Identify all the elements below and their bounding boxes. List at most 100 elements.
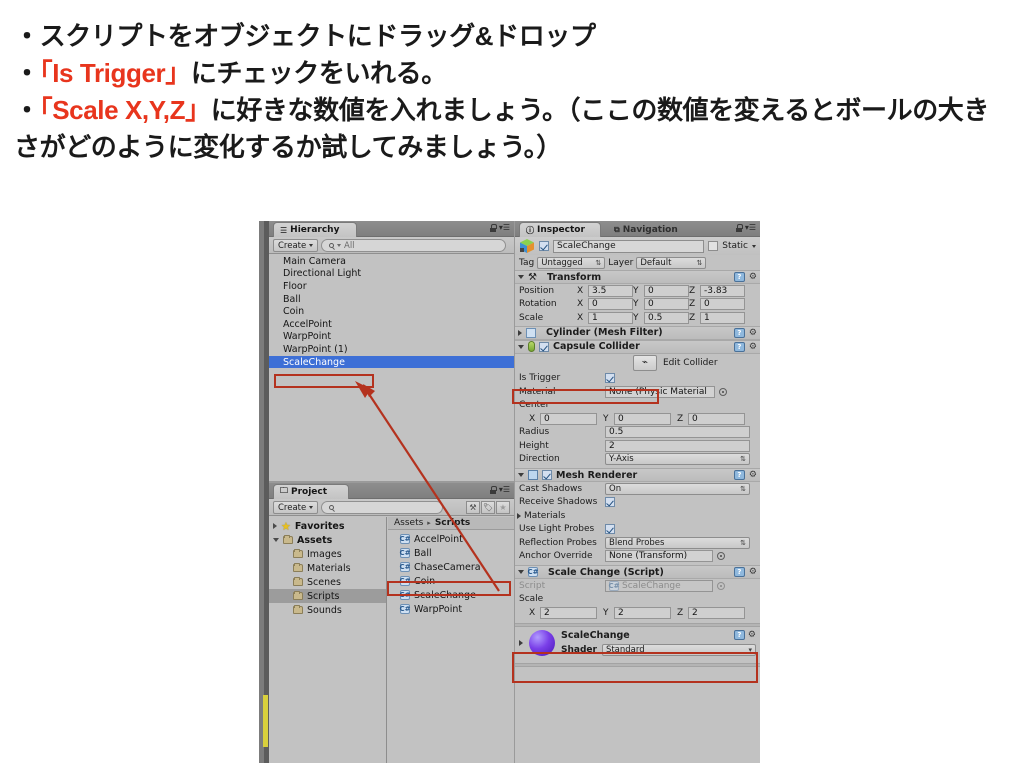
object-picker-icon[interactable]: [719, 387, 727, 396]
layer-dropdown[interactable]: Default ⇅: [636, 256, 707, 269]
project-asset-item[interactable]: C# WarpPoint: [388, 602, 514, 616]
component-header-mesh-renderer[interactable]: Mesh Renderer ? ⚙: [515, 468, 760, 482]
breadcrumb[interactable]: Assets ▸ Scripts: [388, 517, 514, 530]
center-z-field[interactable]: 0: [688, 412, 745, 425]
static-dropdown-chevron-icon[interactable]: [752, 244, 756, 248]
hierarchy-item[interactable]: Directional Light: [269, 268, 514, 281]
help-icon[interactable]: ?: [733, 272, 745, 282]
favorites-filter-icon[interactable]: ⚒: [466, 501, 480, 514]
edit-collider-button[interactable]: ⌁: [633, 354, 657, 371]
use-light-probes-checkbox[interactable]: [605, 524, 615, 535]
hierarchy-item[interactable]: WarpPoint: [269, 331, 514, 344]
hierarchy-item[interactable]: Main Camera: [269, 255, 514, 268]
project-tree-item[interactable]: Assets: [269, 533, 386, 547]
help-icon[interactable]: ?: [733, 470, 745, 480]
materials-row[interactable]: Materials: [515, 509, 760, 523]
transform-y-field[interactable]: 0: [644, 284, 689, 297]
panel-menu-icon[interactable]: ▾☰: [499, 224, 510, 232]
foldout-arrow-icon[interactable]: [518, 275, 524, 279]
component-header-scale-change-script[interactable]: C# Scale Change (Script) ? ⚙: [515, 565, 760, 579]
hierarchy-list[interactable]: Main Camera Directional Light Floor Ball Coi…: [269, 255, 514, 481]
mesh-renderer-enabled-checkbox[interactable]: [542, 470, 552, 480]
cast-shadows-dropdown[interactable]: On ⇅: [605, 482, 750, 495]
hierarchy-item[interactable]: WarpPoint (1): [269, 343, 514, 356]
project-asset-item[interactable]: C# ChaseCamera: [388, 560, 514, 574]
script-scale-z-field[interactable]: 2: [688, 606, 745, 619]
help-icon[interactable]: ?: [733, 630, 745, 640]
component-header-transform[interactable]: ⚒ Transform ? ⚙: [515, 270, 760, 284]
inspector-tab-icons[interactable]: ▾☰: [735, 224, 756, 232]
radius-field[interactable]: 0.5: [605, 426, 750, 439]
project-filter-buttons[interactable]: ⚒ 🏷 ★: [466, 501, 510, 514]
tab-project[interactable]: 🗀 Project: [273, 484, 349, 499]
transform-z-field[interactable]: -3.83: [700, 284, 745, 297]
project-tree-item[interactable]: Materials: [269, 561, 386, 575]
transform-x-field[interactable]: 3.5: [588, 284, 633, 297]
hierarchy-item[interactable]: Coin: [269, 305, 514, 318]
panel-menu-icon[interactable]: ▾☰: [745, 224, 756, 232]
foldout-arrow-icon[interactable]: [273, 523, 277, 529]
hierarchy-create-button[interactable]: Create: [273, 239, 319, 252]
gear-icon[interactable]: ⚙: [748, 630, 756, 640]
lock-icon[interactable]: [489, 486, 497, 494]
transform-z-field[interactable]: 0: [700, 298, 745, 311]
star-filter-icon[interactable]: ★: [496, 501, 510, 514]
hierarchy-search-input[interactable]: All: [321, 239, 506, 252]
project-asset-item[interactable]: C# AccelPoint: [388, 532, 514, 546]
project-tree-item[interactable]: Scenes: [269, 575, 386, 589]
static-checkbox[interactable]: [708, 241, 719, 251]
project-asset-item[interactable]: C# Coin: [388, 574, 514, 588]
project-tree-column[interactable]: ★ Favorites Assets Images Materials Scenes Scr…: [269, 517, 387, 763]
gear-icon[interactable]: ⚙: [749, 272, 757, 282]
project-tree-item[interactable]: Images: [269, 547, 386, 561]
height-field[interactable]: 2: [605, 439, 750, 452]
hierarchy-item[interactable]: Floor: [269, 280, 514, 293]
foldout-arrow-icon[interactable]: [518, 473, 524, 477]
reflection-probes-dropdown[interactable]: Blend Probes ⇅: [605, 536, 750, 549]
transform-z-field[interactable]: 1: [700, 311, 745, 324]
lock-icon[interactable]: [489, 224, 497, 232]
panel-menu-icon[interactable]: ▾☰: [499, 486, 510, 494]
foldout-arrow-icon[interactable]: [518, 344, 524, 349]
component-header-capsule-collider[interactable]: Capsule Collider ? ⚙: [515, 339, 760, 354]
gear-icon[interactable]: ⚙: [749, 567, 757, 577]
project-assets-column[interactable]: Assets ▸ Scripts C# AccelPoint C# Ball C# Cha…: [388, 517, 514, 763]
tag-dropdown[interactable]: Untagged ⇅: [537, 256, 606, 269]
hierarchy-tab-icons[interactable]: ▾☰: [489, 224, 510, 232]
gear-icon[interactable]: ⚙: [749, 470, 757, 480]
anchor-override-field[interactable]: None (Transform): [605, 550, 713, 563]
project-tree-item[interactable]: Scripts: [269, 589, 386, 603]
project-tab-icons[interactable]: ▾☰: [489, 486, 510, 494]
receive-shadows-checkbox[interactable]: [605, 497, 615, 508]
material-field[interactable]: None (Physic Material: [605, 385, 715, 398]
is-trigger-checkbox[interactable]: [605, 373, 615, 384]
shader-dropdown[interactable]: Standard ▾: [601, 643, 756, 656]
hierarchy-item[interactable]: AccelPoint: [269, 318, 514, 331]
object-enabled-checkbox[interactable]: [539, 241, 549, 251]
foldout-arrow-icon[interactable]: [517, 512, 521, 519]
help-icon[interactable]: ?: [733, 341, 745, 352]
transform-y-field[interactable]: 0.5: [644, 311, 689, 324]
breadcrumb-root[interactable]: Assets: [394, 518, 423, 528]
component-header-mesh-filter[interactable]: Cylinder (Mesh Filter) ? ⚙: [515, 325, 760, 340]
project-tree-item[interactable]: ★ Favorites: [269, 519, 386, 533]
project-asset-item[interactable]: C# Ball: [388, 546, 514, 560]
object-name-field[interactable]: ScaleChange: [553, 239, 705, 253]
transform-x-field[interactable]: 1: [588, 311, 633, 324]
gear-icon[interactable]: ⚙: [749, 342, 757, 352]
gear-icon[interactable]: ⚙: [749, 328, 757, 338]
project-search-input[interactable]: [321, 501, 443, 514]
hierarchy-item[interactable]: ScaleChange: [269, 355, 514, 369]
tab-navigation[interactable]: ⧉ Navigation: [607, 222, 699, 237]
center-y-field[interactable]: 0: [614, 412, 671, 425]
project-create-button[interactable]: Create: [273, 501, 319, 514]
help-icon[interactable]: ?: [733, 327, 745, 338]
transform-x-field[interactable]: 0: [588, 298, 633, 311]
tab-hierarchy[interactable]: ☰ Hierarchy: [273, 222, 357, 237]
label-filter-icon[interactable]: 🏷: [481, 501, 495, 514]
capsule-collider-enabled-checkbox[interactable]: [539, 341, 549, 352]
help-icon[interactable]: ?: [733, 567, 745, 577]
project-asset-item[interactable]: C# ScaleChange: [388, 588, 514, 602]
hierarchy-item[interactable]: Ball: [269, 293, 514, 306]
foldout-arrow-icon[interactable]: [518, 570, 524, 574]
